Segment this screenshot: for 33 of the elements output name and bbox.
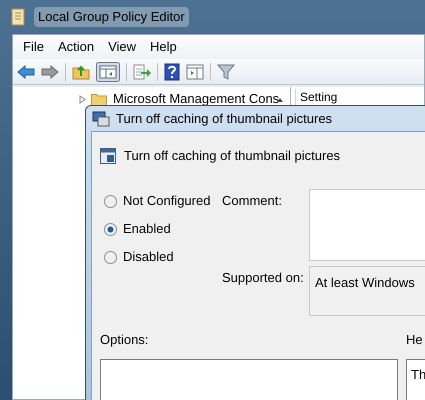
folder-up-icon[interactable] (72, 64, 90, 80)
supported-value: At least Windows (315, 275, 415, 290)
radio-label[interactable]: Enabled (123, 219, 171, 239)
collapsed-arrow-icon[interactable] (79, 94, 87, 104)
forward-arrow-icon[interactable] (41, 64, 59, 78)
export-list-icon[interactable] (133, 64, 151, 80)
radio-label[interactable]: Disabled (123, 247, 174, 267)
radio-button[interactable] (104, 222, 117, 236)
help-icon[interactable] (164, 62, 180, 80)
radio-button[interactable] (104, 194, 117, 208)
policy-icon (100, 148, 116, 164)
dialog-title: Turn off caching of thumbnail pictures (116, 110, 332, 128)
scroll-icon (10, 8, 26, 26)
filter-icon[interactable] (217, 64, 235, 80)
menu-item[interactable]: File (17, 37, 50, 57)
comment-label: Comment: (222, 192, 283, 210)
supported-label: Supported on: (222, 269, 305, 287)
pane-icon[interactable] (186, 64, 204, 80)
radio-button[interactable] (104, 250, 117, 264)
window-title: Local Group Policy Editor (34, 7, 189, 27)
policy-heading: Turn off caching of thumbnail pictures (124, 147, 340, 166)
back-arrow-icon[interactable] (17, 64, 35, 78)
options-label: Options: (100, 331, 150, 348)
computer-icon (92, 110, 110, 126)
help-label: He (406, 331, 423, 348)
menu-item[interactable]: Action (52, 37, 100, 57)
menu-item[interactable]: Help (144, 37, 183, 57)
menu-item[interactable]: View (102, 37, 142, 57)
radio-label[interactable]: Not Configured (123, 191, 210, 211)
tree-item[interactable]: Microsoft Management Cons (113, 89, 280, 109)
comment-field[interactable] (309, 189, 425, 261)
help-text: Th (411, 367, 425, 382)
pane-icon[interactable] (96, 62, 120, 82)
